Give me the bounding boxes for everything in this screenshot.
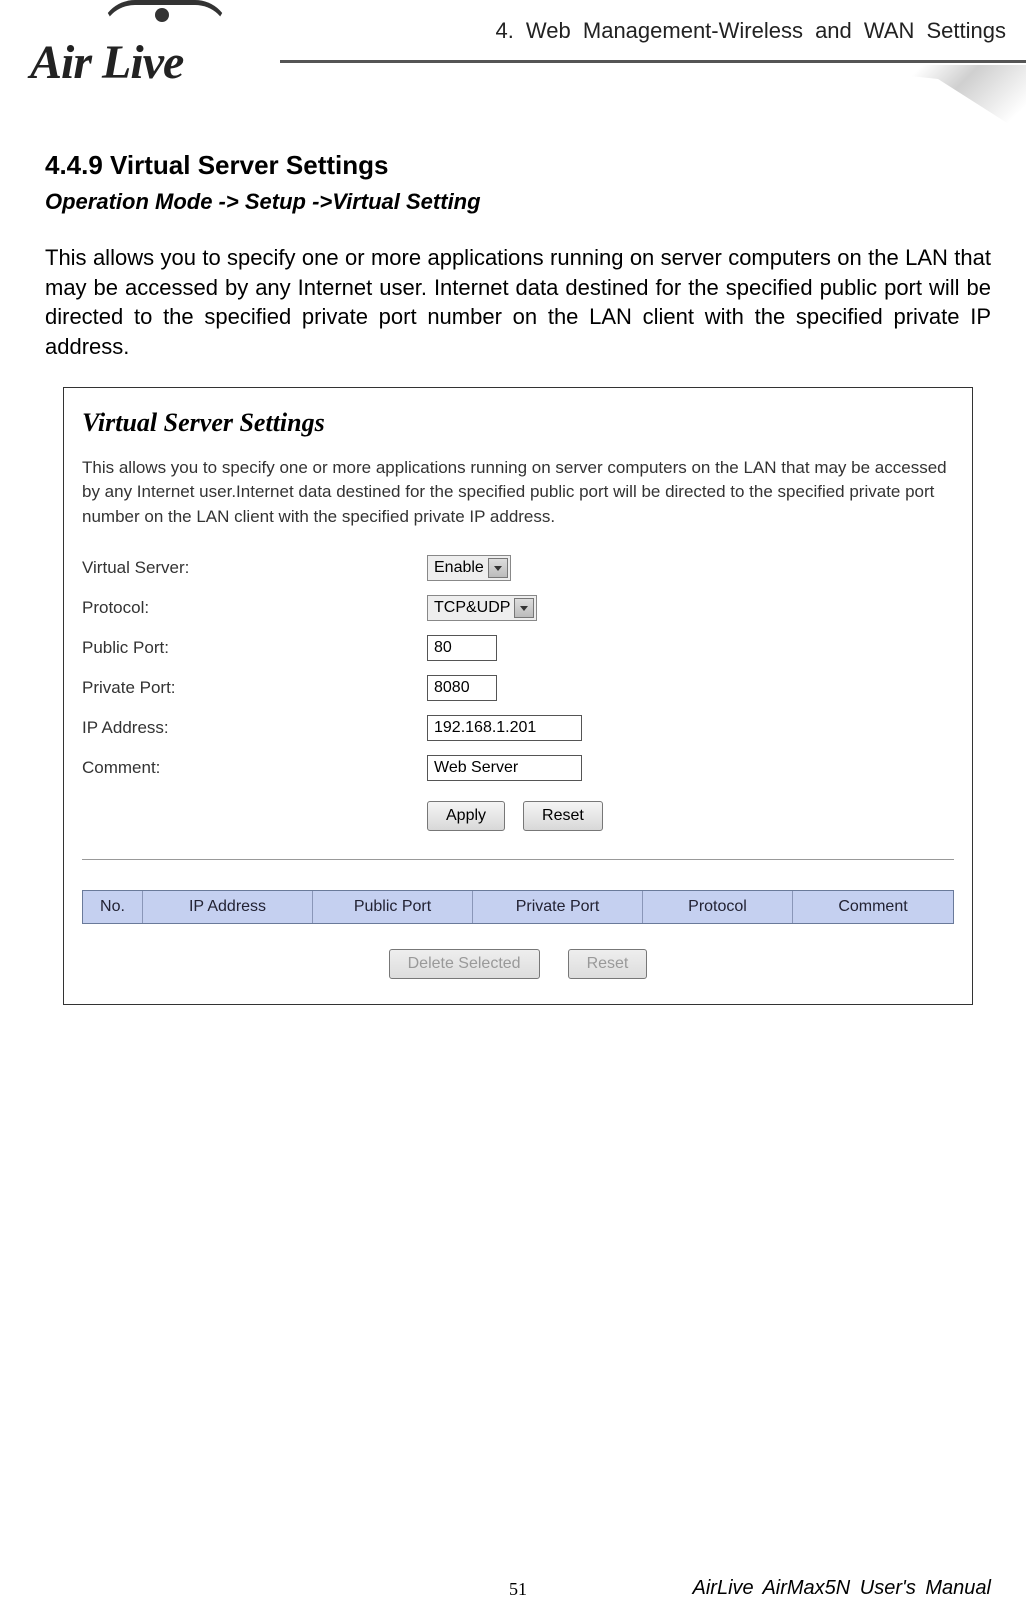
label-public-port: Public Port:: [82, 638, 427, 658]
th-protocol: Protocol: [643, 891, 793, 923]
th-ip-address: IP Address: [143, 891, 313, 923]
row-comment: Comment: Web Server: [82, 755, 954, 781]
logo-text: Air Live: [30, 35, 183, 90]
select-virtual-server-value: Enable: [434, 559, 484, 577]
input-public-port[interactable]: 80: [427, 635, 497, 661]
th-private-port: Private Port: [473, 891, 643, 923]
row-ip-address: IP Address: 192.168.1.201: [82, 715, 954, 741]
chevron-down-icon: [488, 558, 508, 578]
breadcrumb: Operation Mode -> Setup ->Virtual Settin…: [45, 189, 991, 215]
reset-button[interactable]: Reset: [523, 801, 603, 831]
table-button-row: Delete Selected Reset: [82, 949, 954, 979]
table-header-row: No. IP Address Public Port Private Port …: [82, 890, 954, 924]
manual-title: AirLive AirMax5N User's Manual: [693, 1577, 992, 1600]
input-private-port-value: 8080: [434, 679, 470, 697]
chevron-down-icon: [514, 598, 534, 618]
section-heading: 4.4.9 Virtual Server Settings: [45, 150, 991, 181]
divider: [82, 859, 954, 860]
settings-panel: Virtual Server Settings This allows you …: [63, 387, 973, 1005]
input-private-port[interactable]: 8080: [427, 675, 497, 701]
content-area: 4.4.9 Virtual Server Settings Operation …: [0, 130, 1036, 1005]
select-virtual-server[interactable]: Enable: [427, 555, 511, 581]
th-public-port: Public Port: [313, 891, 473, 923]
select-protocol[interactable]: TCP&UDP: [427, 595, 537, 621]
label-comment: Comment:: [82, 758, 427, 778]
logo-dot-icon: [155, 8, 169, 22]
row-private-port: Private Port: 8080: [82, 675, 954, 701]
th-no: No.: [83, 891, 143, 923]
input-comment-value: Web Server: [434, 759, 518, 777]
page-header: Air Live 4. Web Management-Wireless and …: [0, 0, 1036, 130]
input-public-port-value: 80: [434, 639, 452, 657]
intro-paragraph: This allows you to specify one or more a…: [45, 243, 991, 362]
logo: Air Live: [30, 0, 290, 110]
label-ip-address: IP Address:: [82, 718, 427, 738]
label-virtual-server: Virtual Server:: [82, 558, 427, 578]
apply-button[interactable]: Apply: [427, 801, 505, 831]
input-ip-address[interactable]: 192.168.1.201: [427, 715, 582, 741]
delete-selected-button[interactable]: Delete Selected: [389, 949, 540, 979]
panel-title: Virtual Server Settings: [82, 408, 954, 438]
label-protocol: Protocol:: [82, 598, 427, 618]
row-protocol: Protocol: TCP&UDP: [82, 595, 954, 621]
input-comment[interactable]: Web Server: [427, 755, 582, 781]
select-protocol-value: TCP&UDP: [434, 599, 510, 617]
row-virtual-server: Virtual Server: Enable: [82, 555, 954, 581]
chapter-title: 4. Web Management-Wireless and WAN Setti…: [495, 18, 1006, 44]
input-ip-address-value: 192.168.1.201: [434, 719, 536, 737]
reset-table-button[interactable]: Reset: [568, 949, 648, 979]
th-comment: Comment: [793, 891, 953, 923]
row-public-port: Public Port: 80: [82, 635, 954, 661]
label-private-port: Private Port:: [82, 678, 427, 698]
page-footer: 51 AirLive AirMax5N User's Manual: [0, 1579, 1036, 1600]
form-button-row: Apply Reset: [427, 801, 954, 831]
panel-description: This allows you to specify one or more a…: [82, 456, 954, 530]
